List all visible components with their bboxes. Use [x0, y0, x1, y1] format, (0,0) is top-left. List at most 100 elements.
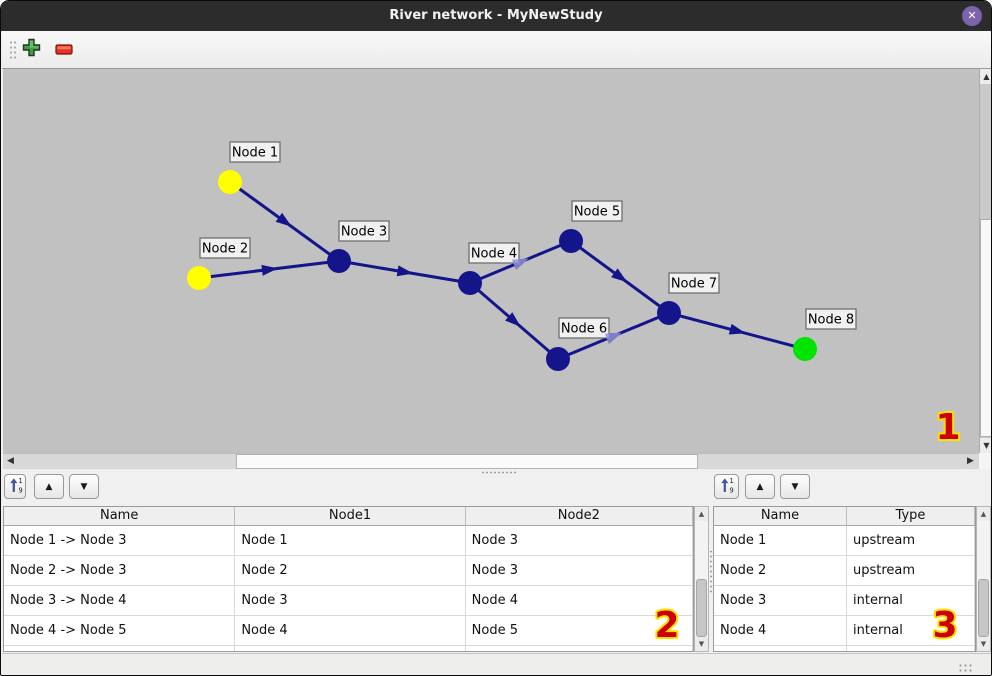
scroll-down-arrow-icon[interactable]: ▼	[980, 438, 992, 453]
flow-arrow-ghost-icon	[605, 333, 622, 344]
table-cell	[466, 646, 693, 652]
reaches-sort-button[interactable]: 1 9	[4, 474, 26, 499]
flow-arrow-icon	[261, 265, 278, 276]
close-icon: ✕	[967, 9, 976, 22]
node-label: Node 8	[806, 309, 856, 329]
network-node[interactable]	[187, 266, 211, 290]
scroll-down-arrow-icon[interactable]: ▼	[695, 637, 708, 651]
network-node[interactable]	[327, 249, 351, 273]
scroll-left-arrow-icon[interactable]: ◀	[3, 454, 18, 469]
toolbar	[2, 31, 992, 69]
table-cell: Node 1	[714, 526, 847, 555]
node-label: Node 4	[469, 243, 519, 263]
network-node[interactable]	[218, 170, 242, 194]
reaches-move-up-button[interactable]: ▲	[34, 474, 64, 499]
table-header-row: NameType	[714, 507, 975, 526]
table-row[interactable]: Node 3 -> Node 4Node 3Node 4	[4, 586, 693, 616]
scroll-up-arrow-icon[interactable]: ▲	[980, 69, 992, 84]
column-header[interactable]: Name	[714, 507, 847, 525]
titlebar[interactable]: River network - MyNewStudy ✕	[1, 1, 991, 31]
svg-text:1: 1	[18, 477, 22, 485]
node-label: Node 1	[230, 142, 280, 162]
table-cell: Node 5	[466, 616, 693, 645]
river-network-canvas[interactable]: Node 1 Node 2 Node 3 Node 4 Node 5 Node 6 Node…	[3, 69, 979, 453]
canvas-hscroll-thumb[interactable]	[236, 454, 698, 469]
table-row[interactable]: Node 1 -> Node 3Node 1Node 3	[4, 526, 693, 556]
down-triangle-icon: ▼	[81, 482, 88, 492]
table-cell	[847, 646, 975, 652]
app-window: River network - MyNewStudy ✕	[0, 0, 992, 676]
canvas-vscroll-thumb[interactable]	[980, 219, 992, 437]
scroll-down-arrow-icon[interactable]: ▼	[977, 637, 990, 651]
table-row[interactable]	[4, 646, 693, 652]
table-cell	[4, 646, 235, 652]
nodes-table-scrollbar[interactable]: ▲ ▼	[976, 506, 991, 652]
panel-splitter[interactable]	[3, 469, 979, 475]
nodes-move-down-button[interactable]: ▼	[780, 474, 810, 499]
toolbar-drag-handle[interactable]	[9, 40, 17, 60]
table-cell: Node 4	[714, 616, 847, 645]
canvas-horizontal-scrollbar[interactable]: ◀ ▶	[3, 453, 979, 469]
table-cell: Node 2	[714, 556, 847, 585]
sort-ascending-icon: 1 9	[7, 476, 24, 497]
reaches-table-scrollbar[interactable]: ▲ ▼	[694, 506, 709, 652]
svg-text:Node 2: Node 2	[202, 242, 248, 257]
network-diagram: Node 1 Node 2 Node 3 Node 4 Node 5 Node 6 Node…	[3, 69, 979, 453]
table-row[interactable]: Node 2 -> Node 3Node 2Node 3	[4, 556, 693, 586]
flow-arrow-ghost-icon	[512, 259, 529, 270]
column-header[interactable]: Name	[4, 507, 235, 525]
network-node[interactable]	[793, 337, 817, 361]
canvas-vertical-scrollbar[interactable]: ▲ ▼	[979, 69, 992, 453]
reaches-move-down-button[interactable]: ▼	[69, 474, 99, 499]
scrollbar-corner	[979, 453, 992, 469]
scroll-up-arrow-icon[interactable]: ▲	[695, 507, 708, 521]
network-node[interactable]	[546, 347, 570, 371]
network-node[interactable]	[657, 301, 681, 325]
column-header[interactable]: Type	[847, 507, 975, 525]
node-label: Node 6	[559, 318, 609, 338]
scroll-right-arrow-icon[interactable]: ▶	[963, 454, 978, 469]
svg-text:Node 1: Node 1	[232, 146, 278, 161]
nodes-move-up-button[interactable]: ▲	[745, 474, 775, 499]
svg-text:Node 7: Node 7	[671, 277, 717, 292]
node-label: Node 2	[200, 238, 250, 258]
resize-grip-icon[interactable]	[958, 663, 972, 673]
column-header[interactable]: Node2	[466, 507, 693, 525]
minus-icon	[55, 40, 73, 59]
table-row[interactable]	[714, 646, 975, 652]
table-cell: Node 3	[466, 526, 693, 555]
table-cell: Node 3	[714, 586, 847, 615]
table-cell: internal	[847, 616, 975, 645]
column-header[interactable]: Node1	[235, 507, 465, 525]
table-row[interactable]: Node 4 -> Node 5Node 4Node 5	[4, 616, 693, 646]
down-triangle-icon: ▼	[792, 482, 799, 492]
table-row[interactable]: Node 3internal	[714, 586, 975, 616]
table-cell: internal	[847, 586, 975, 615]
node-label: Node 5	[572, 201, 622, 221]
plus-icon	[22, 38, 41, 61]
remove-button[interactable]	[51, 36, 77, 62]
svg-text:Node 3: Node 3	[341, 225, 387, 240]
table-cell: Node 4 -> Node 5	[4, 616, 235, 645]
flow-arrow-icon	[729, 324, 746, 335]
nodes-scroll-thumb[interactable]	[978, 579, 989, 637]
table-row[interactable]: Node 2upstream	[714, 556, 975, 586]
table-cell: Node 3	[235, 586, 465, 615]
add-button[interactable]	[18, 36, 44, 62]
reaches-scroll-thumb[interactable]	[696, 579, 707, 637]
up-triangle-icon: ▲	[757, 482, 764, 492]
nodes-sort-button[interactable]: 1 9	[714, 474, 739, 499]
table-row[interactable]: Node 4internal	[714, 616, 975, 646]
network-node[interactable]	[458, 271, 482, 295]
table-cell: Node 1 -> Node 3	[4, 526, 235, 555]
svg-text:9: 9	[730, 487, 734, 494]
reaches-table: NameNode1Node2Node 1 -> Node 3Node 1Node…	[3, 506, 694, 652]
close-button[interactable]: ✕	[962, 6, 982, 26]
table-cell	[714, 646, 847, 652]
network-node[interactable]	[559, 229, 583, 253]
table-cell: upstream	[847, 556, 975, 585]
window-title: River network - MyNewStudy	[1, 1, 991, 31]
table-cell: Node 1	[235, 526, 465, 555]
table-row[interactable]: Node 1upstream	[714, 526, 975, 556]
scroll-up-arrow-icon[interactable]: ▲	[977, 507, 990, 521]
